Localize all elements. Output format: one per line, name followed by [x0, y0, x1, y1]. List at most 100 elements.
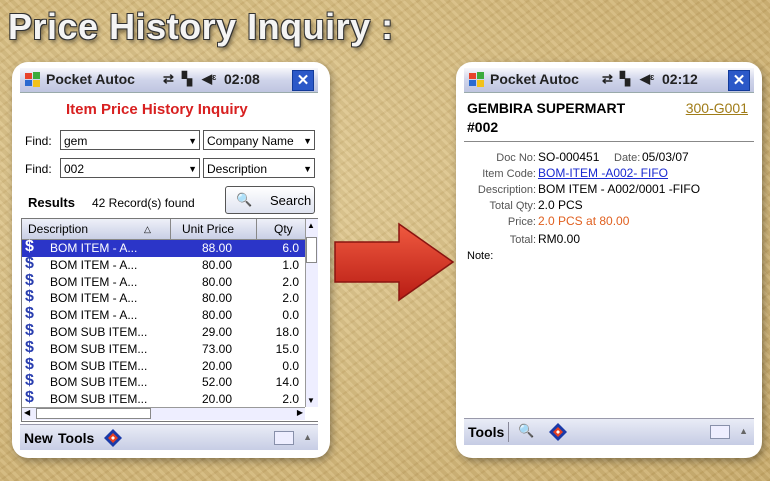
signal-icon[interactable]: ▚ — [182, 71, 192, 87]
table-row[interactable]: $ BOM ITEM - A... 80.00 0.0 — [22, 305, 305, 324]
description-label: Description: — [477, 184, 536, 196]
column-divider — [256, 219, 257, 239]
windows-start-icon[interactable] — [24, 71, 42, 89]
cell-unit-price: 20.00 — [202, 358, 233, 373]
chevron-down-icon: ▼ — [188, 164, 197, 174]
cell-description: BOM ITEM - A... — [50, 291, 138, 306]
table-row[interactable]: $ BOM ITEM - A... 80.00 2.0 — [22, 271, 305, 291]
cell-description: BOM ITEM - A... — [50, 241, 138, 255]
cell-qty: 2.0 — [282, 291, 299, 306]
table-row[interactable]: $ BOM SUB ITEM... 29.00 18.0 — [22, 322, 305, 341]
item-code-link[interactable]: BOM-ITEM -A002- FIFO — [538, 166, 668, 180]
total-value: RM0.00 — [538, 232, 581, 246]
find-input-1-value: gem — [64, 134, 88, 148]
left-close-button[interactable]: ✕ — [292, 70, 314, 91]
keyboard-icon[interactable] — [274, 431, 294, 445]
dollar-icon: $ — [25, 355, 34, 373]
scroll-left-icon[interactable]: ◀ — [24, 408, 30, 417]
company-name: GEMBIRA SUPERMART — [467, 100, 626, 116]
connectivity-icon[interactable]: ⇄ — [163, 71, 174, 87]
cell-description: BOM SUB ITEM... — [50, 325, 148, 339]
volume-icon[interactable]: ◀ᵋ — [640, 71, 655, 87]
signal-icon[interactable]: ▚ — [620, 71, 630, 87]
keyboard-toggle-icon[interactable]: ▲ — [739, 426, 748, 436]
results-grid[interactable]: Description △ Unit Price Qty $ BOM ITEM -… — [21, 218, 318, 422]
windows-start-icon[interactable] — [468, 71, 486, 89]
chevron-down-icon: ▼ — [303, 164, 312, 174]
app-logo-icon[interactable] — [548, 422, 568, 442]
tools-menu[interactable]: Tools — [58, 430, 94, 446]
scroll-up-icon[interactable]: ▲ — [307, 221, 315, 230]
note-label: Note: — [467, 250, 494, 262]
left-app-title: Pocket Autoc — [46, 71, 135, 87]
column-divider — [170, 219, 171, 239]
grid-header: Description △ Unit Price Qty — [22, 219, 305, 240]
company-name-line2: #002 — [467, 119, 499, 135]
cell-unit-price: 80.00 — [202, 257, 233, 272]
connectivity-icon[interactable]: ⇄ — [602, 71, 613, 87]
inquiry-heading: Item Price History Inquiry — [66, 101, 248, 118]
table-row[interactable]: $ BOM ITEM - A... 80.00 1.0 — [22, 255, 305, 274]
table-row[interactable]: $ BOM SUB ITEM... 20.00 0.0 — [22, 355, 305, 375]
cell-qty: 1.0 — [282, 257, 299, 272]
right-app-title: Pocket Autoc — [490, 71, 579, 87]
cell-description: BOM ITEM - A... — [50, 274, 138, 289]
header-divider — [464, 141, 754, 142]
horizontal-scrollbar[interactable]: ◀ ▶ — [22, 407, 305, 420]
cell-unit-price: 20.00 — [202, 392, 233, 407]
cell-qty: 2.0 — [282, 274, 299, 289]
right-close-button[interactable]: ✕ — [728, 70, 750, 91]
find-field-option-2: Description — [207, 162, 268, 176]
column-header-qty[interactable]: Qty — [274, 222, 293, 236]
table-row[interactable]: $ BOM SUB ITEM... 73.00 15.0 — [22, 339, 305, 358]
find-field-select-1[interactable]: Company Name ▼ — [203, 130, 315, 150]
left-clock[interactable]: 02:08 — [224, 71, 260, 87]
right-device-screen: Pocket Autoc ⇄ ▚ ◀ᵋ 02:12 ✕ GEMBIRA SUPE… — [464, 68, 754, 450]
column-header-description[interactable]: Description — [28, 222, 88, 236]
scroll-thumb[interactable] — [306, 237, 317, 263]
find-field-select-2[interactable]: Description ▼ — [203, 158, 315, 178]
app-logo-icon[interactable] — [103, 428, 123, 448]
find-input-2-value: 002 — [64, 162, 85, 176]
cell-unit-price: 73.00 — [202, 341, 233, 356]
vertical-scrollbar[interactable]: ▲ ▼ — [305, 219, 318, 407]
cell-unit-price: 80.00 — [202, 291, 233, 306]
dollar-icon: $ — [25, 271, 34, 289]
search-icon[interactable]: 🔍 — [518, 423, 534, 439]
table-row[interactable]: $ BOM SUB ITEM... 20.00 2.0 — [22, 389, 305, 408]
page-title: Price History Inquiry : — [8, 6, 394, 47]
find-input-1[interactable]: gem ▼ — [60, 130, 200, 150]
results-label: Results — [28, 195, 75, 210]
find-input-2[interactable]: 002 ▼ — [60, 158, 200, 178]
sort-ascending-icon: △ — [144, 224, 151, 234]
record-count: 42 Record(s) found — [92, 196, 195, 210]
price-value: 2.0 PCS at 80.00 — [538, 214, 630, 228]
item-code-label: Item Code: — [482, 168, 536, 180]
scroll-right-icon[interactable]: ▶ — [297, 408, 303, 417]
search-button[interactable]: 🔍 Search — [225, 186, 315, 214]
scroll-thumb-horizontal[interactable] — [36, 408, 151, 419]
dollar-icon: $ — [25, 288, 34, 306]
cell-qty: 18.0 — [275, 325, 299, 339]
volume-icon[interactable]: ◀ᵋ — [202, 71, 217, 87]
table-row[interactable]: $ BOM SUB ITEM... 52.00 14.0 — [22, 372, 305, 391]
table-row[interactable]: $ BOM ITEM - A... 80.00 2.0 — [22, 288, 305, 307]
cell-unit-price: 29.00 — [202, 325, 233, 339]
find-field-option-1: Company Name — [207, 134, 294, 148]
column-header-unit-price[interactable]: Unit Price — [182, 222, 234, 236]
account-code-link[interactable]: 300-G001 — [686, 100, 748, 116]
dollar-icon: $ — [25, 305, 34, 323]
keyboard-toggle-icon[interactable]: ▲ — [303, 432, 312, 442]
menu-divider — [508, 422, 509, 442]
tools-menu[interactable]: Tools — [468, 424, 504, 440]
right-clock[interactable]: 02:12 — [662, 71, 698, 87]
dollar-icon: $ — [25, 372, 34, 390]
new-menu[interactable]: New — [24, 430, 53, 446]
cell-description: BOM SUB ITEM... — [50, 341, 148, 356]
cell-description: BOM SUB ITEM... — [50, 358, 148, 373]
table-row[interactable]: $ BOM ITEM - A... 88.00 6.0 — [22, 238, 305, 257]
scroll-down-icon[interactable]: ▼ — [307, 396, 315, 405]
cell-qty: 6.0 — [282, 241, 299, 255]
keyboard-icon[interactable] — [710, 425, 730, 439]
total-qty-value: 2.0 PCS — [538, 198, 583, 212]
